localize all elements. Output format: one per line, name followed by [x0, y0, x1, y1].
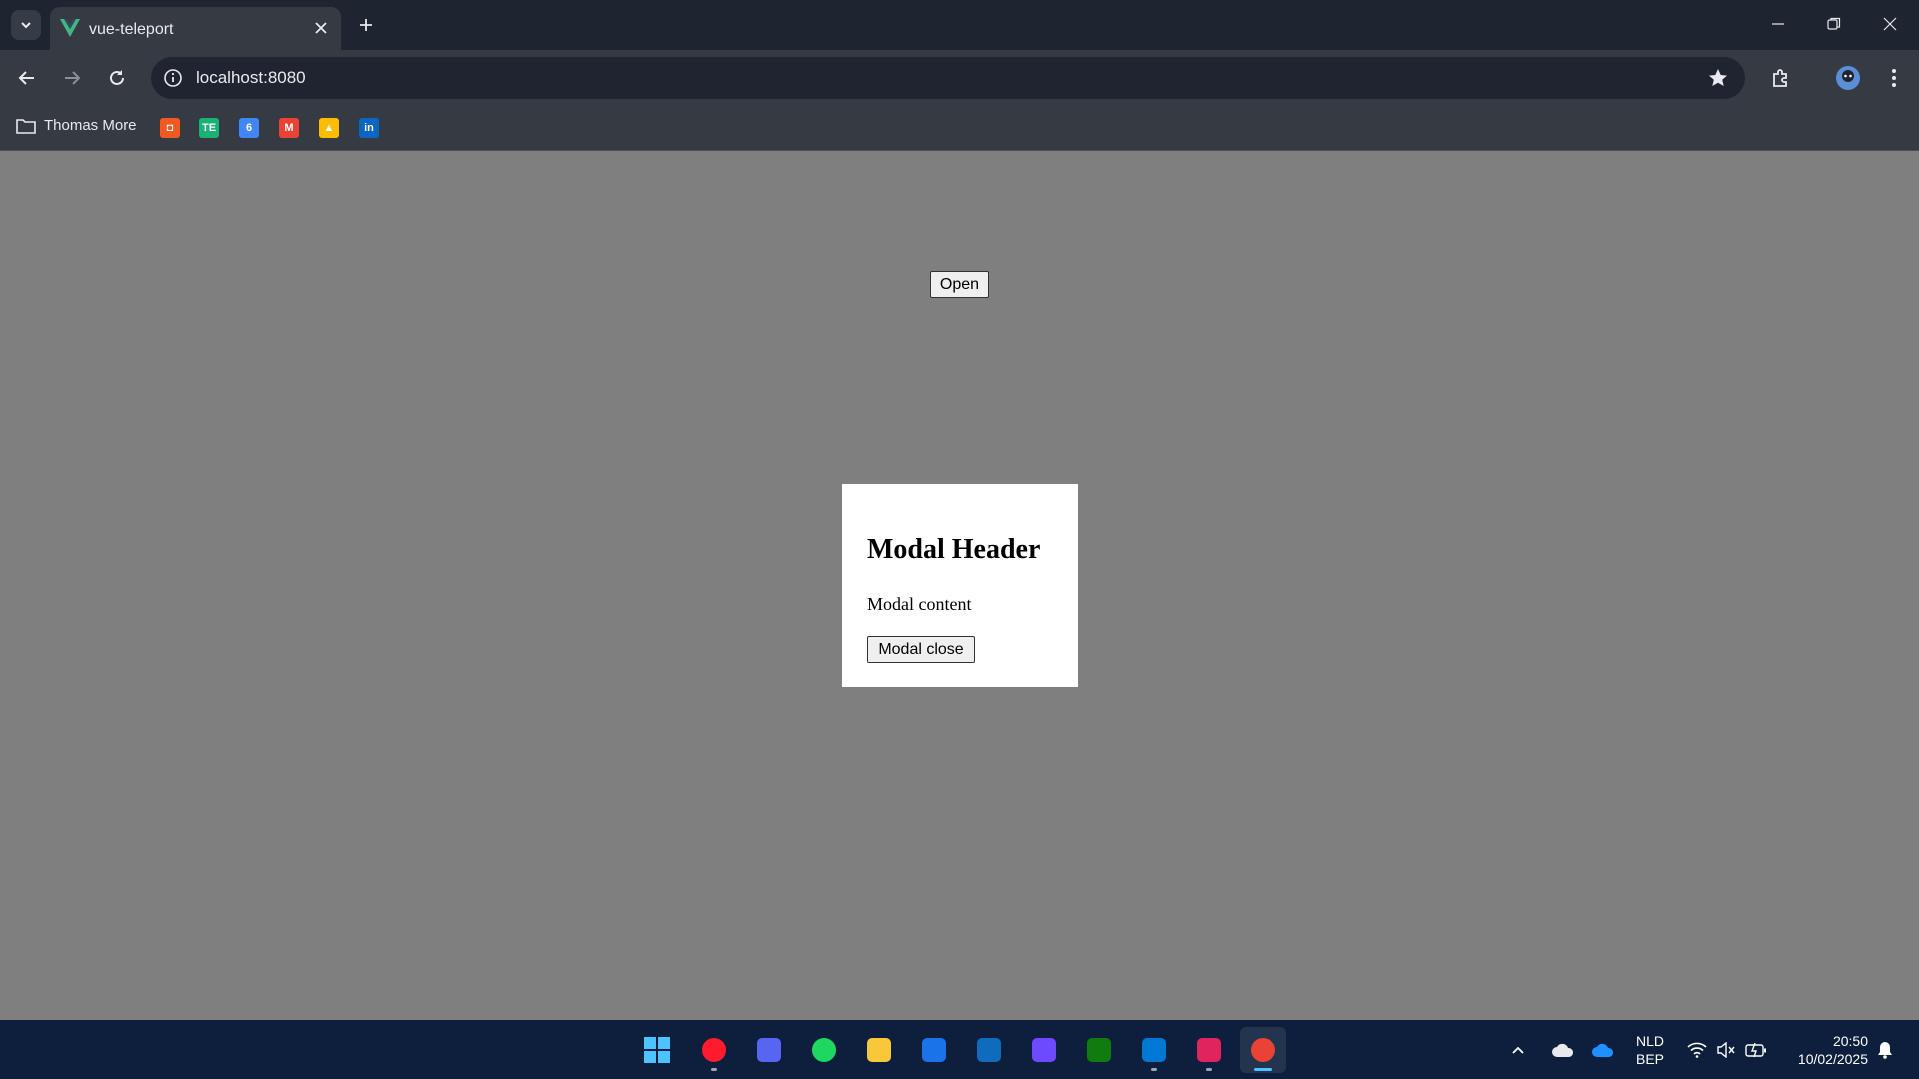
file-explorer-icon[interactable]	[856, 1027, 902, 1073]
puzzle-icon	[1773, 69, 1787, 87]
arrow-left-icon	[18, 71, 34, 85]
xbox-icon[interactable]	[1076, 1027, 1122, 1073]
vue-logo-icon	[60, 19, 80, 37]
volume-tray[interactable]	[1716, 1020, 1736, 1079]
network-tray[interactable]	[1687, 1020, 1707, 1079]
modal-close-button[interactable]: Modal close	[867, 636, 975, 663]
calendar-app-icon[interactable]	[911, 1027, 957, 1073]
new-tab-button[interactable]	[353, 12, 379, 38]
restore-button[interactable]	[1806, 0, 1862, 48]
close-window-button[interactable]	[1862, 0, 1918, 48]
file-explorer-icon-glyph	[867, 1038, 891, 1062]
arrow-right-icon	[65, 71, 81, 85]
wifi-icon	[1687, 1042, 1707, 1058]
google-drive-icon[interactable]: ▲	[319, 118, 339, 138]
app-icon[interactable]	[1186, 1027, 1232, 1073]
app-icon-glyph	[1197, 1038, 1221, 1062]
cloud-icon	[1552, 1043, 1574, 1057]
volume-muted-icon	[1717, 1041, 1735, 1058]
chevron-down-icon	[21, 22, 31, 29]
more-vertical-icon	[1892, 69, 1896, 87]
tray-chevron[interactable]	[1510, 1020, 1526, 1079]
tab-title: vue-teleport	[89, 21, 174, 38]
browser-toolbar: localhost:8080	[0, 50, 1919, 106]
url-text[interactable]: localhost:8080	[196, 68, 306, 88]
opera-icon-glyph	[702, 1038, 726, 1062]
tab-close-button[interactable]	[311, 18, 331, 38]
orange-app-icon[interactable]: ◘	[160, 118, 180, 138]
system-clock[interactable]: 20:50 10/02/2025	[1786, 1032, 1868, 1068]
windows-start-icon-glyph	[644, 1037, 670, 1063]
tab-strip: vue-teleport	[0, 0, 1919, 50]
outlook-icon[interactable]	[966, 1027, 1012, 1073]
running-indicator	[1254, 1068, 1272, 1071]
page-viewport: Open Modal Header Modal content Modal cl…	[0, 151, 1919, 1020]
calendar-icon[interactable]: 6	[239, 118, 259, 138]
notifications-tray[interactable]	[1876, 1020, 1894, 1079]
bookmarks-bar: Thomas More ◘ TE 6 M ▲ in	[0, 106, 1919, 151]
modal-header: Modal Header	[867, 534, 1041, 565]
keyboard-layout: BEP	[1636, 1051, 1665, 1067]
tab-search-button[interactable]	[11, 10, 41, 40]
opera-icon[interactable]	[691, 1027, 737, 1073]
chrome-icon-glyph	[1251, 1038, 1275, 1062]
extensions-button[interactable]	[1765, 62, 1797, 94]
modal: Modal Header Modal content Modal close	[842, 484, 1078, 687]
modal-content: Modal content	[867, 594, 972, 614]
calendar-app-icon-glyph	[922, 1038, 946, 1062]
te-icon[interactable]: TE	[199, 118, 219, 138]
bell-icon	[1878, 1041, 1892, 1059]
chevron-up-icon	[1512, 1046, 1524, 1054]
outlook-icon-glyph	[977, 1038, 1001, 1062]
reload-icon	[110, 70, 124, 85]
language-indicator[interactable]: NLD BEP	[1636, 1032, 1664, 1068]
profile-button[interactable]	[1832, 62, 1864, 94]
clock-time: 20:50	[1832, 1033, 1868, 1049]
running-indicator	[1151, 1068, 1157, 1071]
forward-button[interactable]	[56, 62, 88, 94]
address-bar[interactable]: localhost:8080	[151, 57, 1745, 99]
linkedin-icon[interactable]: in	[359, 118, 379, 138]
minimize-icon	[1772, 23, 1784, 25]
xbox-icon-glyph	[1087, 1038, 1111, 1062]
onedrive-icon	[1592, 1043, 1614, 1057]
battery-charging-icon	[1745, 1042, 1766, 1057]
proton-icon[interactable]	[1021, 1027, 1067, 1073]
running-indicator	[711, 1068, 717, 1071]
folder-icon	[16, 118, 36, 134]
discord-icon-glyph	[757, 1038, 781, 1062]
gmail-icon[interactable]: M	[279, 118, 299, 138]
spotify-icon-glyph	[812, 1038, 836, 1062]
menu-button[interactable]	[1878, 62, 1910, 94]
proton-icon-glyph	[1032, 1038, 1056, 1062]
vscode-icon-glyph	[1142, 1038, 1166, 1062]
back-button[interactable]	[11, 62, 43, 94]
taskbar: NLD BEP 20:50 10/02/2025	[0, 1020, 1919, 1079]
onedrive-tray[interactable]	[1591, 1020, 1615, 1079]
windows-start-icon[interactable]	[634, 1027, 680, 1073]
reload-button[interactable]	[101, 62, 133, 94]
clock-date: 10/02/2025	[1797, 1051, 1868, 1067]
spotify-icon[interactable]	[801, 1027, 847, 1073]
running-indicator	[1206, 1068, 1212, 1071]
close-icon	[1883, 17, 1897, 31]
language-code: NLD	[1636, 1033, 1665, 1049]
info-icon[interactable]	[163, 68, 183, 88]
bookmark-folder[interactable]: Thomas More	[16, 117, 137, 134]
minimize-button[interactable]	[1750, 0, 1806, 48]
restore-icon	[1827, 17, 1841, 30]
bookmark-folder-label: Thomas More	[44, 117, 137, 134]
bookmark-star-icon[interactable]	[1707, 67, 1729, 89]
battery-tray[interactable]	[1745, 1020, 1767, 1079]
browser-tab[interactable]: vue-teleport	[50, 7, 341, 50]
open-button[interactable]: Open	[930, 271, 989, 298]
avatar	[1836, 66, 1860, 90]
close-icon	[315, 22, 327, 34]
chrome-icon[interactable]	[1240, 1027, 1286, 1073]
vscode-icon[interactable]	[1131, 1027, 1177, 1073]
discord-icon[interactable]	[746, 1027, 792, 1073]
plus-icon	[360, 19, 372, 31]
onedrive-personal-tray[interactable]	[1551, 1020, 1575, 1079]
